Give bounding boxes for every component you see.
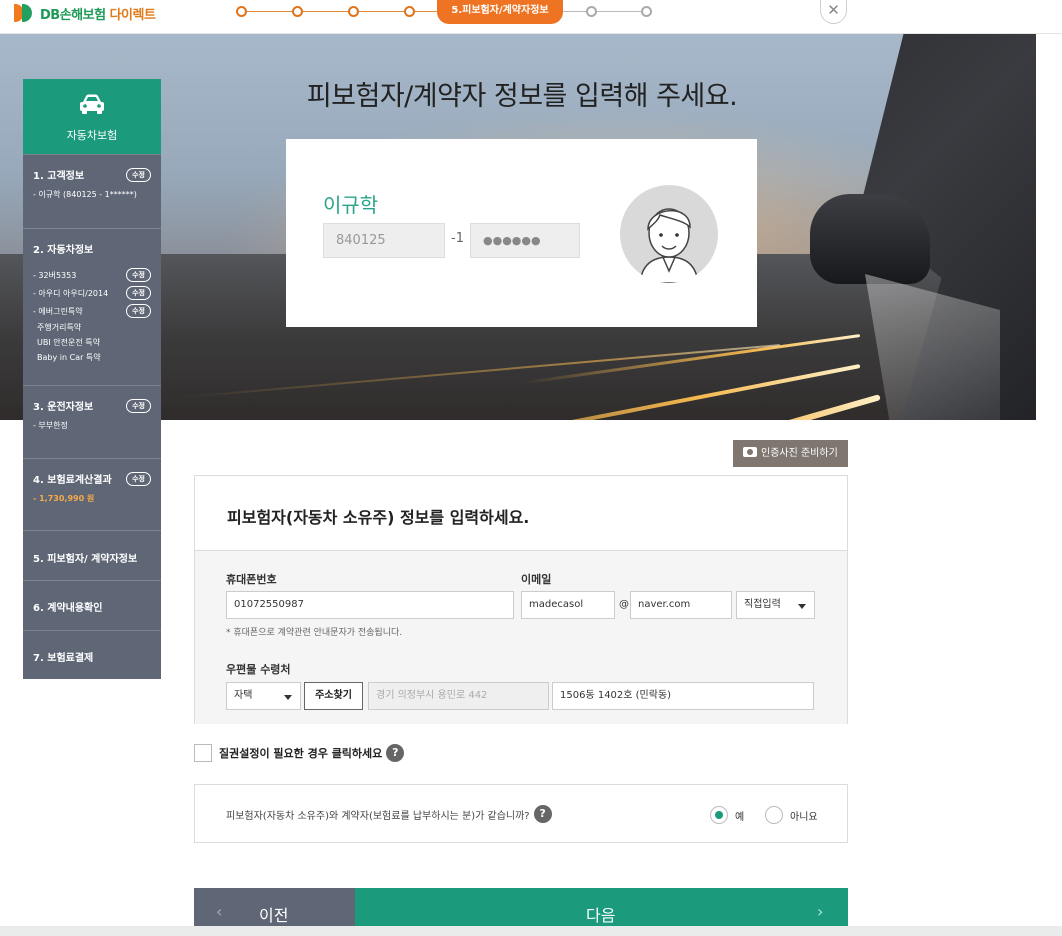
- radio-yes[interactable]: [710, 806, 728, 824]
- next-label: 다음: [586, 906, 616, 925]
- pledge-row: 질권설정이 필요한 경우 클릭하세요 ?: [194, 743, 405, 763]
- active-step: 5.피보험자/계약자정보: [437, 0, 563, 24]
- car-extra: UBI 안전운전 특약: [37, 338, 100, 347]
- step-dot-6: [586, 6, 597, 17]
- mail-label: 우편물 수령처: [226, 663, 291, 676]
- email-domain-input[interactable]: naver.com: [630, 591, 732, 619]
- birth-field: 840125: [323, 223, 445, 258]
- modify-button[interactable]: 수정: [126, 398, 151, 413]
- sidebar-item-car[interactable]: 2. 자동차정보 - 32버5353 수정 - 아우디 아우디/2014 수정 - …: [23, 228, 161, 385]
- id-dash: -1: [451, 231, 464, 246]
- close-button[interactable]: ✕: [820, 0, 847, 24]
- sidebar-item-confirm[interactable]: 6. 계약내용확인: [23, 580, 161, 630]
- sidebar: 자동차보험 1. 고객정보 수정 - 이규학 (840125 - 1******)…: [23, 79, 161, 679]
- insured-form: 피보험자(자동차 소유주) 정보를 입력하세요. 휴대폰번호 010725509…: [194, 475, 848, 724]
- step-progress: 5.피보험자/계약자정보: [236, 0, 666, 24]
- email-id-input[interactable]: madecasol: [521, 591, 615, 619]
- chevron-right-icon: ›: [817, 902, 824, 921]
- logo-text: DB손해보험 다이렉트: [40, 7, 156, 23]
- car-extra: 주행거리특약: [37, 323, 82, 332]
- step-dot-1: [236, 6, 247, 17]
- chevron-down-icon: [798, 604, 806, 609]
- car-mirror: [810, 194, 930, 284]
- sidebar-item-premium[interactable]: 4. 보험료계산결과 수정 - 1,730,990 원: [23, 458, 161, 530]
- logo-mark-icon: [14, 4, 36, 22]
- driver-detail: - 부부한정: [33, 421, 68, 430]
- modify-button[interactable]: 수정: [126, 268, 151, 282]
- db-logo[interactable]: DB손해보험 다이렉트: [14, 2, 156, 24]
- prev-label: 이전: [259, 906, 289, 925]
- pledge-checkbox[interactable]: [194, 744, 212, 762]
- address-detail-input[interactable]: 1506동 1402호 (민락동): [552, 682, 814, 710]
- step-dot-7: [641, 6, 652, 17]
- top-bar: DB손해보험 다이렉트 5.피보험자/계약자정보 ✕: [0, 0, 1062, 34]
- sidebar-item-insured[interactable]: 5. 피보험자/ 계약자정보: [23, 530, 161, 580]
- camera-icon: [743, 447, 757, 457]
- radio-yes-label: 예: [735, 812, 745, 823]
- same-person-card: 피보험자(자동차 소유주)와 계약자(보험료를 납부하시는 분)가 같습니까? …: [194, 784, 848, 843]
- mail-receive-select[interactable]: 자택: [226, 682, 301, 710]
- avatar: [620, 185, 718, 283]
- form-body: 휴대폰번호 01072550987 이메일 madecasol @ naver.…: [195, 551, 847, 724]
- masked-id-field: ●●●●●●: [470, 223, 580, 258]
- sidebar-item-customer[interactable]: 1. 고객정보 수정 - 이규학 (840125 - 1******): [23, 154, 161, 228]
- sidebar-head-label: 자동차보험: [66, 129, 118, 142]
- address-main-input: 경기 의정부시 용민로 442: [368, 682, 549, 710]
- page-title: 피보험자/계약자 정보를 입력해 주세요.: [306, 81, 738, 112]
- chevron-down-icon: [284, 695, 292, 700]
- insured-id-card: 이규학 840125 -1 ●●●●●●: [286, 139, 757, 327]
- step-dot-4: [404, 6, 415, 17]
- email-domain-select[interactable]: 직접입력: [736, 591, 815, 619]
- modify-button[interactable]: 수정: [126, 167, 151, 182]
- car-extra: Baby in Car 특약: [37, 353, 101, 362]
- sidebar-item-payment[interactable]: 7. 보험료결제: [23, 630, 161, 679]
- chevron-left-icon: ‹: [216, 902, 223, 921]
- photo-prepare-button[interactable]: 인증사진 준비하기: [733, 440, 848, 467]
- bottom-strip: [0, 926, 1062, 936]
- step-dot-2: [292, 6, 303, 17]
- address-search-button[interactable]: 주소찾기: [304, 682, 363, 710]
- email-at: @: [619, 599, 629, 610]
- help-icon[interactable]: ?: [533, 805, 552, 823]
- same-question: 피보험자(자동차 소유주)와 계약자(보험료를 납부하시는 분)가 같습니까? …: [226, 805, 552, 823]
- person-icon: [639, 208, 699, 283]
- phone-label: 휴대폰번호: [226, 573, 277, 586]
- phone-input[interactable]: 01072550987: [226, 591, 514, 619]
- phone-note: * 휴대폰으로 계약관련 안내문자가 전송됩니다.: [226, 628, 403, 638]
- email-label: 이메일: [521, 573, 552, 586]
- sidebar-item-driver[interactable]: 3. 운전자정보 수정 - 부부한정: [23, 385, 161, 458]
- radio-no-label: 아니요: [790, 812, 818, 823]
- modify-button[interactable]: 수정: [126, 304, 151, 318]
- pledge-label: 질권설정이 필요한 경우 클릭하세요: [219, 747, 383, 760]
- radio-no[interactable]: [765, 806, 783, 824]
- modify-button[interactable]: 수정: [126, 286, 151, 300]
- modify-button[interactable]: 수정: [126, 471, 151, 486]
- page: 피보험자/계약자 정보를 입력해 주세요. 이규학 840125 -1 ●●●●…: [0, 0, 1062, 936]
- sidebar-head: 자동차보험: [23, 79, 161, 154]
- car-icon: [80, 94, 104, 114]
- premium-amount: - 1,730,990 원: [33, 494, 95, 503]
- help-icon[interactable]: ?: [386, 744, 405, 762]
- step-dot-3: [348, 6, 359, 17]
- insured-name: 이규학: [323, 193, 379, 217]
- customer-detail: - 이규학 (840125 - 1******): [33, 190, 137, 199]
- form-heading: 피보험자(자동차 소유주) 정보를 입력하세요.: [195, 476, 847, 551]
